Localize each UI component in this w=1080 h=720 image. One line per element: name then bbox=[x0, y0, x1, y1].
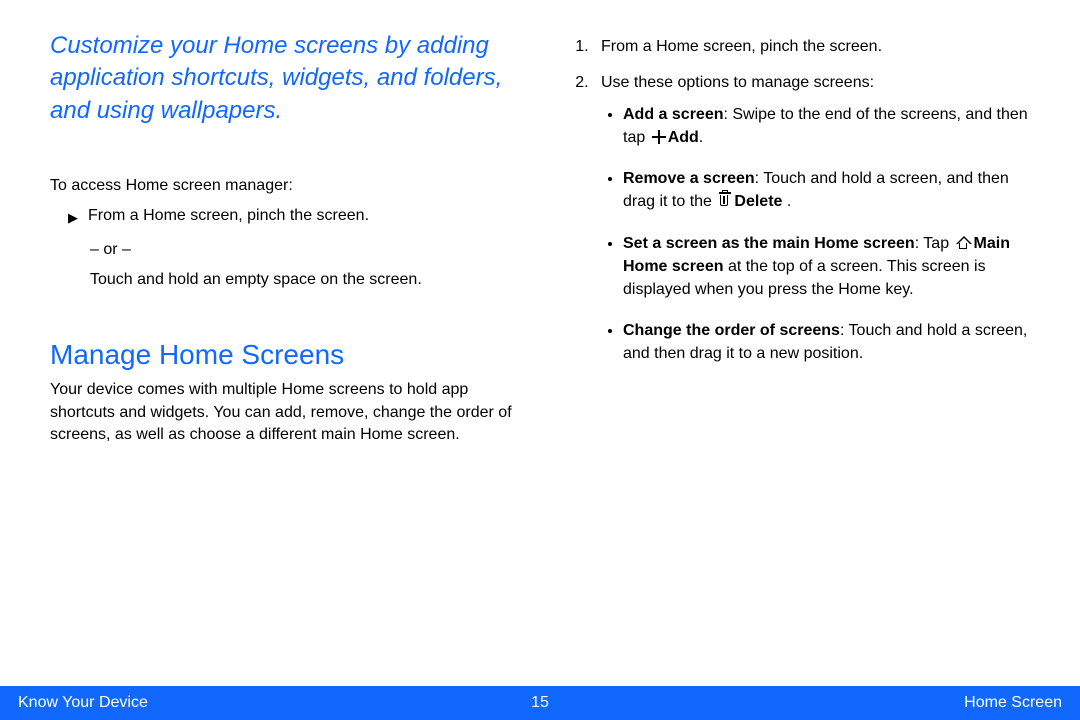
content-area: Customize your Home screens by adding ap… bbox=[0, 0, 1080, 670]
lead-paragraph: Customize your Home screens by adding ap… bbox=[50, 30, 515, 127]
instruction-row: ▶ From a Home screen, pinch the screen. bbox=[68, 207, 515, 229]
option-pre: : Tap bbox=[915, 235, 954, 252]
option-tail: Add bbox=[668, 129, 699, 146]
step-item: Use these options to manage screens: Add… bbox=[593, 72, 1030, 365]
left-column: Customize your Home screens by adding ap… bbox=[50, 30, 515, 670]
option-tail: Delete bbox=[734, 193, 782, 210]
option-after: . bbox=[782, 193, 791, 210]
option-label: Remove a screen bbox=[623, 170, 755, 187]
section-body: Your device comes with multiple Home scr… bbox=[50, 379, 515, 446]
or-separator: – or – bbox=[90, 241, 515, 259]
footer-right: Home Screen bbox=[964, 694, 1062, 712]
step-text: From a Home screen, pinch the screen. bbox=[601, 38, 882, 55]
option-label: Add a screen bbox=[623, 106, 723, 123]
option-add-screen: Add a screen: Swipe to the end of the sc… bbox=[623, 103, 1030, 149]
arrow-icon: ▶ bbox=[68, 207, 78, 229]
step-item: From a Home screen, pinch the screen. bbox=[593, 36, 1030, 58]
option-label: Set a screen as the main Home screen bbox=[623, 235, 915, 252]
document-page: Customize your Home screens by adding ap… bbox=[0, 0, 1080, 720]
access-intro-label: To access Home screen manager: bbox=[50, 177, 515, 195]
option-main-home-screen: Set a screen as the main Home screen: Ta… bbox=[623, 232, 1030, 302]
step-text: Use these options to manage screens: bbox=[601, 74, 874, 91]
option-after: . bbox=[699, 129, 703, 146]
page-footer: Know Your Device 15 Home Screen bbox=[0, 686, 1080, 720]
right-column: From a Home screen, pinch the screen. Us… bbox=[565, 30, 1030, 670]
home-icon bbox=[956, 236, 972, 250]
section-heading: Manage Home Screens bbox=[50, 339, 515, 371]
steps-list: From a Home screen, pinch the screen. Us… bbox=[565, 36, 1030, 365]
trash-icon bbox=[718, 192, 732, 208]
instruction-alt: Touch and hold an empty space on the scr… bbox=[90, 271, 515, 289]
option-change-order: Change the order of screens: Touch and h… bbox=[623, 319, 1030, 365]
option-label: Change the order of screens bbox=[623, 322, 840, 339]
option-remove-screen: Remove a screen: Touch and hold a screen… bbox=[623, 167, 1030, 213]
footer-page-number: 15 bbox=[531, 694, 549, 712]
instruction-text: From a Home screen, pinch the screen. bbox=[88, 207, 369, 224]
instruction-body: From a Home screen, pinch the screen. bbox=[88, 207, 515, 225]
plus-icon bbox=[652, 130, 666, 144]
options-list: Add a screen: Swipe to the end of the sc… bbox=[601, 103, 1030, 366]
footer-left: Know Your Device bbox=[18, 694, 148, 712]
